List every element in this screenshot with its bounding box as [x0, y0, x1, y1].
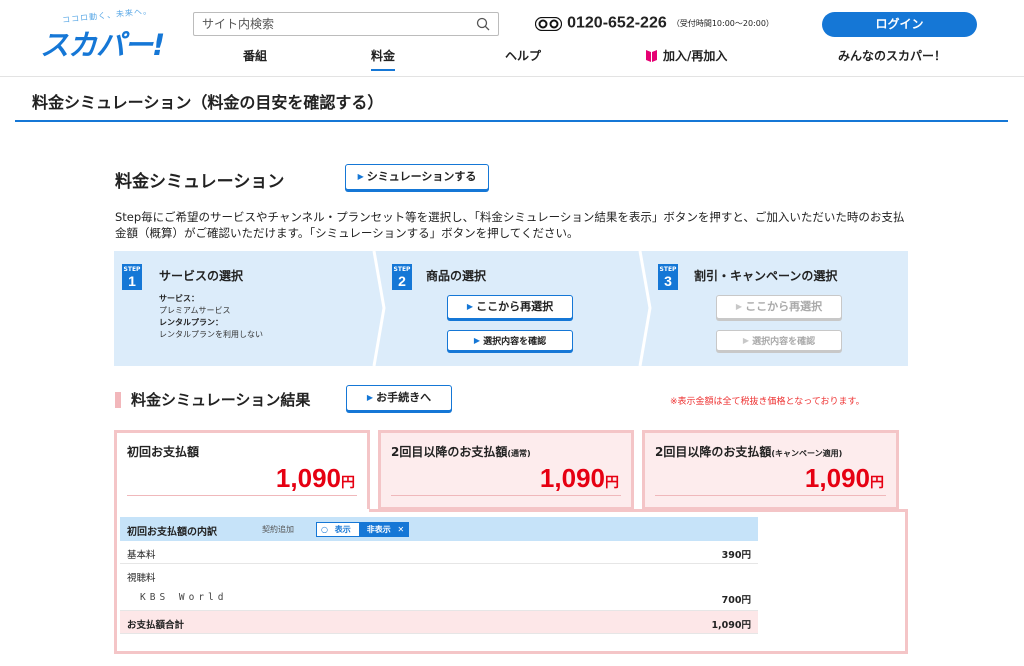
breakdown-title: 初回お支払額の内訳: [127, 527, 217, 538]
search-icon[interactable]: [476, 17, 490, 31]
breakdown-top-border: [114, 509, 908, 512]
service-label: サービス：: [159, 294, 199, 303]
logo-wordmark: スカパー!: [40, 28, 165, 62]
breakdown-table: 初回お支払額の内訳 契約追加 ○ 表示 非表示 ✕ 基本料 390円 視聴料 KB…: [120, 517, 758, 634]
step-number: 1: [128, 273, 136, 289]
payment-label: 2回目以降のお支払額(通常): [391, 445, 531, 459]
nav-join-label: 加入/再加入: [663, 49, 728, 63]
step-3-title: 割引・キャンペーンの選択: [694, 269, 838, 283]
step-badge-3: STEP 3: [658, 264, 678, 290]
nav-pricing[interactable]: 料金: [371, 47, 396, 71]
amount-underline: [655, 495, 886, 496]
payment-label: 初回お支払額: [127, 445, 200, 459]
toggle-show[interactable]: ○ 表示: [317, 523, 359, 536]
reselect-label: ここから再選択: [745, 300, 823, 313]
simulate-button[interactable]: ▶ シミュレーションする: [345, 164, 489, 190]
skyperfect-logo[interactable]: ココロ動く、未来へ。 スカパー!: [40, 6, 170, 62]
payment-amount: 1,090円: [275, 463, 355, 493]
contract-add-label: 契約追加: [262, 525, 294, 534]
nav-join[interactable]: 加入/再加入: [646, 47, 727, 64]
procedure-button[interactable]: ▶ お手続きへ: [346, 385, 452, 411]
breakdown-header: 初回お支払額の内訳 契約追加 ○ 表示 非表示 ✕: [120, 517, 758, 541]
payment-label: 2回目以降のお支払額(キャンペーン適用): [655, 445, 843, 459]
step-badge-1: STEP 1: [122, 264, 142, 290]
regular-payment-card: 2回目以降のお支払額(通常) 1,090円: [378, 430, 634, 510]
step-badge-2: STEP 2: [392, 264, 412, 290]
payment-amount: 1,090円: [539, 463, 619, 493]
row-label: お支払額合計: [127, 620, 185, 631]
results-title: 料金シミュレーション結果: [131, 391, 311, 409]
search-box[interactable]: [193, 12, 499, 36]
rental-value: レンタルプランを利用しない: [159, 330, 263, 339]
first-payment-card: 初回お支払額 1,090円: [114, 430, 370, 512]
step-1-details: サービス： プレミアムサービス レンタルプラン： レンタルプランを利用しない: [159, 293, 263, 341]
service-value: プレミアムサービス: [159, 306, 231, 315]
row-value: 700円: [721, 595, 751, 606]
confirm-label: 選択内容を確認: [752, 337, 816, 347]
step-2-confirm-button[interactable]: ▶ 選択内容を確認: [447, 330, 573, 351]
section-marker: [115, 392, 121, 408]
table-row-total: お支払額合計 1,090円: [120, 611, 758, 634]
row-label: 視聴料: [127, 573, 156, 584]
confirm-label: 選択内容を確認: [483, 337, 547, 347]
site-header: ココロ動く、未来へ。 スカパー! 0120-652-226 （受付時間10:00…: [0, 0, 1024, 77]
title-divider: [15, 120, 1008, 122]
nav-help[interactable]: ヘルプ: [505, 47, 541, 64]
step-number: 2: [398, 273, 406, 289]
table-row: 視聴料: [120, 564, 758, 586]
triangle-right-icon: ▶: [735, 302, 743, 311]
step-3-reselect-button[interactable]: ▶ ここから再選択: [716, 295, 842, 319]
procedure-button-label: お手続きへ: [376, 391, 432, 404]
row-label: KBS World: [140, 592, 228, 603]
login-button[interactable]: ログイン: [822, 12, 977, 37]
phone-number: 0120-652-226: [567, 14, 667, 32]
phone-contact: 0120-652-226 （受付時間10:00～20:00）: [535, 13, 774, 37]
table-row: KBS World 700円: [120, 586, 758, 611]
toggle-hide[interactable]: 非表示 ✕: [358, 523, 409, 536]
nav-community[interactable]: みんなのスカパー！: [838, 47, 946, 64]
triangle-right-icon: ▶: [466, 302, 474, 311]
show-hide-toggle[interactable]: ○ 表示 非表示 ✕: [316, 522, 410, 537]
amount-underline: [127, 495, 357, 496]
triangle-right-icon: ▶: [366, 393, 374, 402]
book-icon: [646, 50, 657, 62]
simulate-button-label: シミュレーションする: [366, 170, 477, 183]
triangle-right-icon: ▶: [357, 172, 364, 181]
rental-label: レンタルプラン：: [159, 318, 223, 327]
reselect-label: ここから再選択: [476, 300, 554, 313]
step-1-title: サービスの選択: [159, 269, 244, 283]
step-1: STEP 1 サービスの選択 サービス： プレミアムサービス レンタルプラン： …: [114, 251, 374, 366]
simulation-title: 料金シミュレーション: [115, 172, 285, 192]
steps-panel: STEP 1 サービスの選択 サービス： プレミアムサービス レンタルプラン： …: [114, 251, 908, 366]
search-input[interactable]: [202, 16, 462, 32]
payment-amount: 1,090円: [804, 463, 884, 493]
row-value: 390円: [721, 550, 751, 561]
campaign-payment-card: 2回目以降のお支払額(キャンペーン適用) 1,090円: [642, 430, 899, 510]
step-2-reselect-button[interactable]: ▶ ここから再選択: [447, 295, 573, 319]
page-title: 料金シミュレーション（料金の目安を確認する）: [32, 93, 384, 112]
triangle-right-icon: ▶: [473, 336, 481, 345]
row-label: 基本料: [127, 550, 156, 561]
row-value: 1,090円: [711, 620, 751, 631]
step-3-confirm-button[interactable]: ▶ 選択内容を確認: [716, 330, 842, 351]
freedial-icon: [535, 16, 562, 31]
tax-note: ※表示金額は全て税抜き価格となっております。: [670, 397, 865, 407]
table-row: 基本料 390円: [120, 541, 758, 564]
simulation-description: Step毎にご希望のサービスやチャンネル・プランセット等を選択し、「料金シミュレ…: [115, 210, 905, 240]
phone-hours: （受付時間10:00～20:00）: [671, 19, 774, 28]
triangle-right-icon: ▶: [742, 336, 750, 345]
step-2-title: 商品の選択: [426, 269, 487, 283]
nav-programs[interactable]: 番組: [243, 47, 267, 64]
amount-underline: [391, 495, 621, 496]
step-number: 3: [664, 273, 672, 289]
